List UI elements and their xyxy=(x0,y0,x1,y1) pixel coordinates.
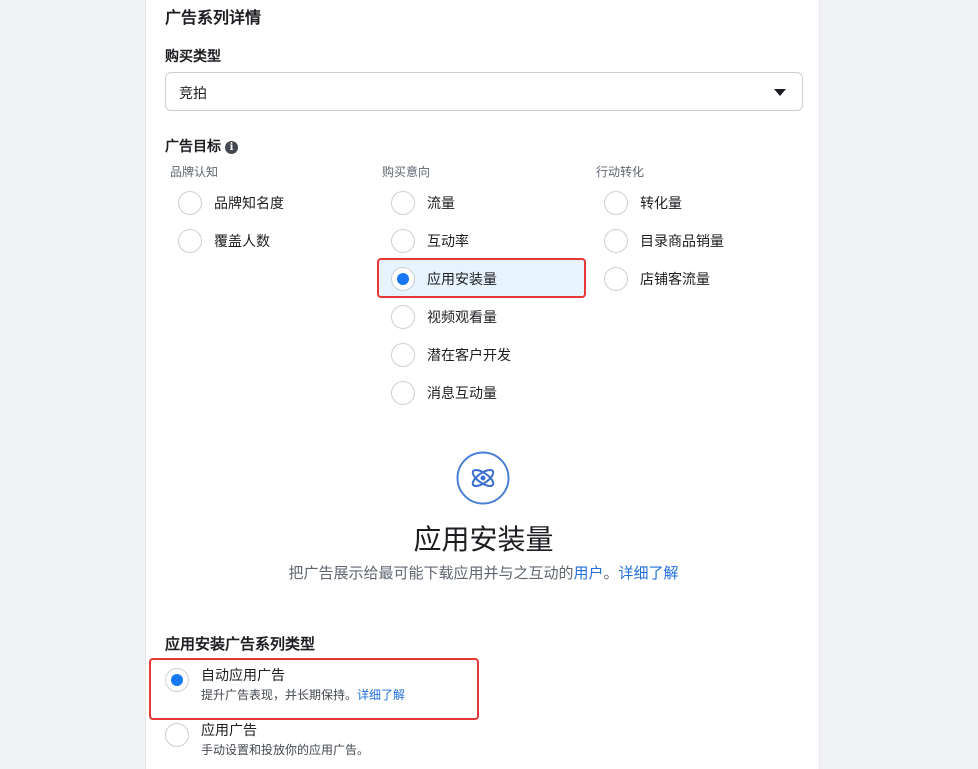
hero-description: 把广告展示给最可能下载应用并与之互动的用户。详细了解 xyxy=(146,562,821,583)
objective-option-label: 视频观看量 xyxy=(427,310,497,326)
objective-option-engagement[interactable]: 互动率 xyxy=(391,225,469,257)
objective-option-store-traffic[interactable]: 店铺客流量 xyxy=(604,263,710,295)
buying-type-value: 竞拍 xyxy=(179,86,207,102)
objective-option-lead-generation[interactable]: 潜在客户开发 xyxy=(391,339,511,371)
radio-button[interactable] xyxy=(604,229,628,253)
column-heading-consideration: 购买意向 xyxy=(382,165,431,179)
caret-down-icon xyxy=(774,89,786,96)
column-heading-awareness: 品牌认知 xyxy=(170,165,219,179)
section-title: 广告系列详情 xyxy=(165,8,262,27)
campaign-type-label: 应用广告 xyxy=(201,723,257,739)
radio-button[interactable] xyxy=(391,229,415,253)
campaign-type-desc: 手动设置和投放你的应用广告。 xyxy=(201,743,370,757)
radio-button[interactable] xyxy=(391,191,415,215)
buying-type-label: 购买类型 xyxy=(165,49,221,65)
objective-option-label: 店铺客流量 xyxy=(640,272,710,288)
atom-icon xyxy=(456,451,510,505)
objective-option-messages[interactable]: 消息互动量 xyxy=(391,377,497,409)
info-icon[interactable]: i xyxy=(225,141,238,154)
users-link[interactable]: 用户 xyxy=(573,564,603,582)
objective-option-conversions[interactable]: 转化量 xyxy=(604,187,682,219)
campaign-type-option-automated[interactable]: 自动应用广告 提升广告表现，并长期保持。详细了解 xyxy=(165,666,405,704)
hero-description-text: 把广告展示给最可能下载应用并与之互动的 xyxy=(288,564,574,582)
objective-label-wrap: 广告目标 i xyxy=(165,136,238,156)
objective-option-label: 目录商品销量 xyxy=(640,234,724,250)
learn-more-link[interactable]: 详细了解 xyxy=(619,564,679,582)
radio-button[interactable] xyxy=(165,723,189,747)
objective-option-reach[interactable]: 覆盖人数 xyxy=(178,225,270,257)
learn-more-link[interactable]: 详细了解 xyxy=(357,688,405,702)
hero-description-period: 。 xyxy=(603,564,619,582)
column-heading-conversion: 行动转化 xyxy=(596,165,645,179)
radio-button[interactable] xyxy=(391,381,415,405)
radio-button[interactable] xyxy=(391,305,415,329)
hero-title: 应用安装量 xyxy=(413,523,554,556)
campaign-type-title: 应用安装广告系列类型 xyxy=(165,635,316,653)
radio-button-checked[interactable] xyxy=(165,668,189,692)
objective-option-label: 转化量 xyxy=(640,196,682,212)
objective-option-label: 流量 xyxy=(427,196,455,212)
radio-button[interactable] xyxy=(604,191,628,215)
radio-button[interactable] xyxy=(391,343,415,367)
radio-button-checked[interactable] xyxy=(391,267,415,291)
campaign-type-desc: 提升广告表现，并长期保持。详细了解 xyxy=(201,686,405,704)
objective-option-video-views[interactable]: 视频观看量 xyxy=(391,301,497,333)
campaign-type-option-manual[interactable]: 应用广告 手动设置和投放你的应用广告。 xyxy=(165,721,369,759)
objective-option-brand-awareness[interactable]: 品牌知名度 xyxy=(178,187,284,219)
objective-option-label: 应用安装量 xyxy=(427,272,497,288)
buying-type-select[interactable]: 竞拍 xyxy=(165,72,803,111)
objective-option-traffic[interactable]: 流量 xyxy=(391,187,455,219)
objective-option-label: 潜在客户开发 xyxy=(427,348,511,364)
objective-option-label: 品牌知名度 xyxy=(214,196,284,212)
radio-button[interactable] xyxy=(604,267,628,291)
campaign-type-desc-text: 提升广告表现，并长期保持。 xyxy=(201,688,358,702)
objective-option-catalog-sales[interactable]: 目录商品销量 xyxy=(604,225,724,257)
objective-option-label: 消息互动量 xyxy=(427,386,497,402)
objective-option-label: 覆盖人数 xyxy=(214,234,270,250)
radio-button[interactable] xyxy=(178,229,202,253)
radio-button[interactable] xyxy=(178,191,202,215)
campaign-details-panel: 广告系列详情 购买类型 竞拍 广告目标 i 品牌认知 购买意向 行动转化 品牌知名… xyxy=(145,0,820,769)
objective-option-app-installs[interactable]: 应用安装量 xyxy=(391,263,497,295)
campaign-type-label: 自动应用广告 xyxy=(201,668,285,684)
objective-label: 广告目标 xyxy=(165,139,221,155)
objective-option-label: 互动率 xyxy=(427,234,469,250)
